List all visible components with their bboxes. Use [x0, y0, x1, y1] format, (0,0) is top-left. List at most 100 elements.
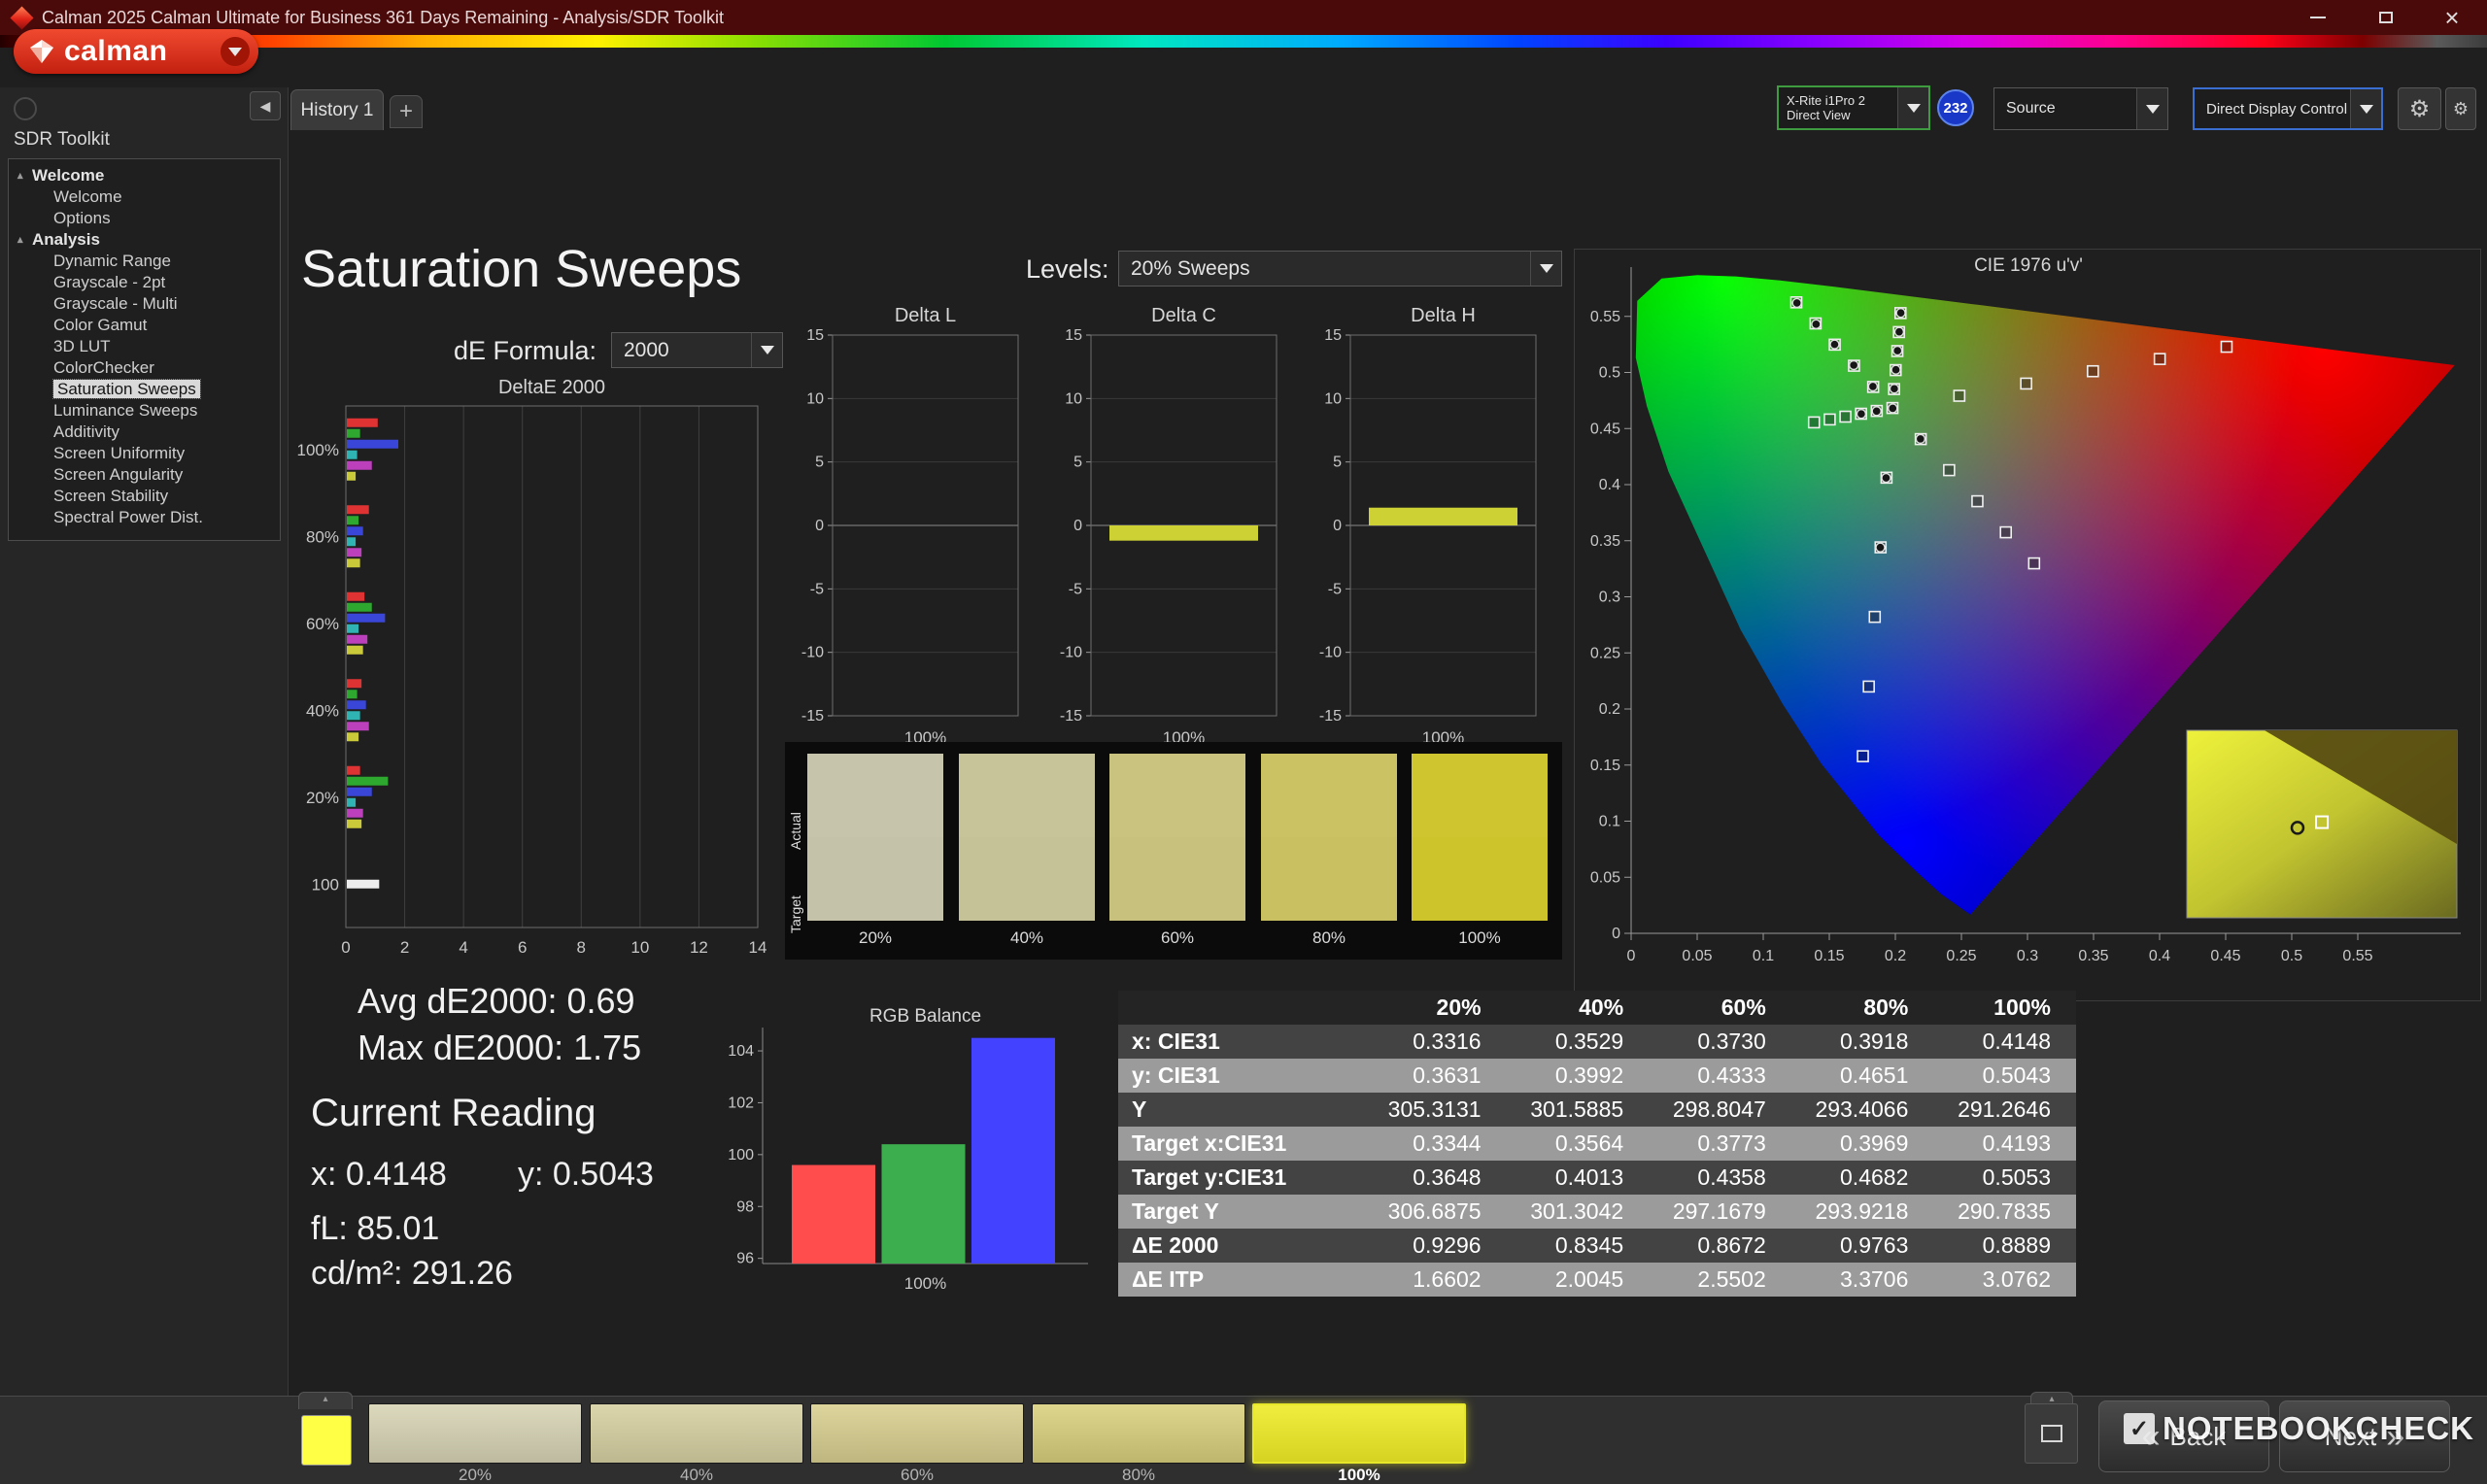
sidebar-collapse-button[interactable]: ◀ — [250, 91, 281, 120]
sidebar-item-welcome[interactable]: ▴ Welcome — [9, 165, 280, 186]
cie-target-marker — [1839, 410, 1852, 423]
chart-title: Delta L — [894, 305, 957, 326]
levels-label: Levels: — [1026, 254, 1109, 284]
display-control-label: Direct Display Control — [2206, 100, 2348, 118]
cie-target-marker — [2153, 353, 2166, 365]
axis-label: 10 — [1324, 390, 1342, 407]
table-cell: 0.4193 — [1933, 1127, 2076, 1161]
meter-dropdown[interactable]: X-Rite i1Pro 2 Direct View — [1777, 85, 1930, 130]
expander-icon[interactable]: ▴ — [17, 229, 23, 251]
table-row-header: Target Y — [1118, 1195, 1364, 1229]
logo-dropdown-icon[interactable] — [221, 37, 250, 66]
sidebar-item-3d-lut[interactable]: 3D LUT — [9, 336, 280, 357]
workflow-options-button[interactable]: ⚙ — [2445, 87, 2476, 130]
patch-button-40%[interactable] — [590, 1403, 803, 1464]
sidebar-item-screen-stability[interactable]: Screen Stability — [9, 486, 280, 507]
de-bar — [347, 505, 369, 515]
table-cell: 293.9218 — [1790, 1195, 1934, 1229]
settings-gear-button[interactable]: ⚙ — [2398, 87, 2441, 130]
table-cell: 2.0045 — [1506, 1263, 1650, 1297]
table-cell: 301.3042 — [1506, 1195, 1650, 1229]
table-row-header: ΔE ITP — [1118, 1263, 1364, 1297]
next-button[interactable]: Next » — [2279, 1400, 2450, 1472]
sidebar-item-welcome[interactable]: Welcome — [9, 186, 280, 208]
actual-swatch — [1261, 754, 1397, 837]
sidebar-item-grayscale-2pt[interactable]: Grayscale - 2pt — [9, 272, 280, 293]
de-bar — [347, 819, 362, 828]
sidebar-item-screen-uniformity[interactable]: Screen Uniformity — [9, 443, 280, 464]
table-row-target-y-cie31: Target y:CIE31 0.3648 0.4013 0.4358 0.4682 0.… — [1118, 1161, 2076, 1195]
source-dropdown[interactable]: Source — [1993, 87, 2168, 130]
patch-button-label: 60% — [900, 1466, 935, 1484]
sidebar-item-additivity[interactable]: Additivity — [9, 422, 280, 443]
current-patch-color[interactable] — [301, 1415, 352, 1466]
axis-label: 0.05 — [1590, 869, 1620, 886]
axis-label: 0.3 — [2017, 948, 2038, 964]
reading-cdm2: cd/m²: 291.26 — [311, 1255, 513, 1292]
sidebar-item-color-gamut[interactable]: Color Gamut — [9, 315, 280, 336]
next-label: Next — [2324, 1421, 2377, 1451]
de-bar — [347, 613, 386, 623]
de-bar — [347, 591, 365, 601]
display-control-dropdown[interactable]: Direct Display Control — [2193, 87, 2383, 130]
table-cell: 0.9296 — [1364, 1229, 1507, 1263]
axis-label: 0.55 — [1590, 309, 1620, 325]
table-cell: 0.4333 — [1649, 1059, 1791, 1093]
patch-button-80%[interactable] — [1032, 1403, 1245, 1464]
back-button[interactable]: « Back — [2098, 1400, 2269, 1472]
chevron-down-icon — [2350, 89, 2381, 128]
help-circle-icon[interactable] — [14, 97, 37, 120]
sidebar-item-label: Screen Stability — [53, 487, 169, 505]
cie-measured-marker — [1871, 406, 1882, 417]
delta-h-chart: Delta H 15 10 5 0 -5 -10 -15 100% — [1302, 291, 1545, 753]
sidebar-item-grayscale-multi[interactable]: Grayscale - Multi — [9, 293, 280, 315]
axis-label: 0.4 — [1599, 477, 1620, 493]
axis-label: 15 — [806, 327, 824, 344]
chart-title: Delta C — [1151, 305, 1216, 326]
sidebar-item-colorchecker[interactable]: ColorChecker — [9, 357, 280, 379]
de-bar — [347, 634, 368, 644]
table-cell: 305.3131 — [1364, 1093, 1507, 1127]
table-column-header: 100% — [1933, 991, 2076, 1025]
reading-y: y: 0.5043 — [518, 1156, 654, 1193]
actual-swatch — [1412, 754, 1548, 837]
table-row-y-cie31: y: CIE31 0.3631 0.3992 0.4333 0.4651 0.5043 — [1118, 1059, 2076, 1093]
patch-button-20%[interactable] — [368, 1403, 582, 1464]
patch-button-60%[interactable] — [810, 1403, 1024, 1464]
sidebar-item-options[interactable]: Options — [9, 208, 280, 229]
calman-diamond-icon — [30, 40, 53, 63]
tab-history-1[interactable]: History 1 — [290, 89, 384, 130]
table-cell: 0.3316 — [1364, 1025, 1507, 1059]
axis-label: -15 — [1319, 708, 1342, 725]
swatch-label: 100% — [1458, 928, 1501, 947]
close-button[interactable]: × — [2419, 0, 2485, 35]
table-cell: 306.6875 — [1364, 1195, 1507, 1229]
sidebar-item-spectral-power-dist[interactable]: Spectral Power Dist. — [9, 507, 280, 528]
expander-icon[interactable]: ▴ — [17, 165, 23, 186]
delta-l-plot: 151050-5-10-15100% — [801, 327, 1019, 747]
cie-target-marker — [1807, 416, 1821, 429]
axis-label: 0 — [341, 938, 350, 957]
patch-button-100%[interactable] — [1252, 1403, 1466, 1464]
current-reading-title: Current Reading — [311, 1092, 596, 1134]
table-row-e-2000: ΔE 2000 0.9296 0.8345 0.8672 0.9763 0.8889 — [1118, 1229, 2076, 1263]
sidebar-item-luminance-sweeps[interactable]: Luminance Sweeps — [9, 400, 280, 422]
cie-1976-panel: CIE 1976 u'v' 0 0.05 0.1 0.15 0.2 0.25 0… — [1574, 249, 2481, 1001]
levels-dropdown[interactable]: 20% Sweeps — [1118, 251, 1562, 287]
add-tab-button[interactable]: + — [390, 95, 423, 128]
pattern-window-button[interactable] — [2025, 1403, 2078, 1464]
chevron-down-icon — [2136, 88, 2167, 129]
calman-logo-menu[interactable]: calman — [14, 29, 258, 74]
maximize-button[interactable] — [2353, 0, 2419, 35]
sidebar-item-dynamic-range[interactable]: Dynamic Range — [9, 251, 280, 272]
sidebar-item-analysis[interactable]: ▴ Analysis — [9, 229, 280, 251]
axis-label: 104 — [728, 1043, 754, 1060]
cie-measured-marker — [1811, 319, 1822, 330]
axis-label: 80% — [306, 527, 339, 546]
axis-label: 5 — [1333, 455, 1342, 471]
de-bar — [347, 711, 360, 721]
sidebar-item-screen-angularity[interactable]: Screen Angularity — [9, 464, 280, 486]
expand-patch-tray-button[interactable]: ▴ — [298, 1392, 353, 1409]
minimize-button[interactable] — [2285, 0, 2351, 35]
sidebar-item-saturation-sweeps[interactable]: Saturation Sweeps — [9, 379, 280, 400]
